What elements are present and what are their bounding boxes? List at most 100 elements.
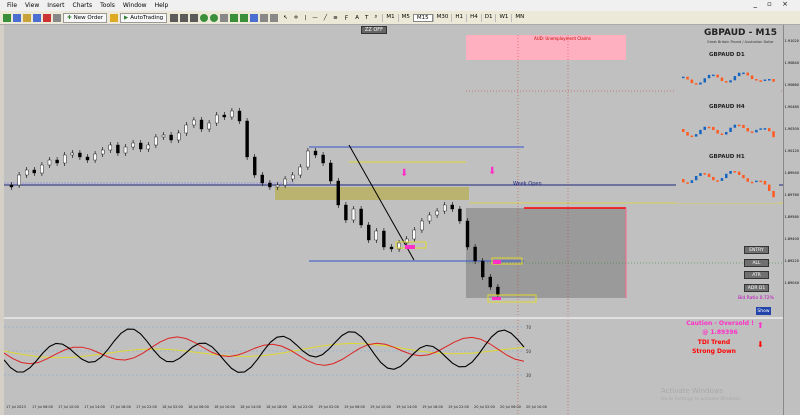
magenta-marker-2 <box>493 260 501 264</box>
candle-body <box>359 208 363 226</box>
zoom-out-icon[interactable] <box>210 13 219 22</box>
autotrading-button[interactable]: ▶ AutoTrading <box>119 12 168 23</box>
price-label: 1.90120 <box>784 149 799 153</box>
candle-body <box>382 230 386 248</box>
all-button[interactable]: ALL <box>744 259 769 267</box>
price-label: 1.89760 <box>784 193 799 197</box>
mini-candle <box>703 78 706 83</box>
zoom-in-icon[interactable] <box>200 13 209 22</box>
mini-candle <box>716 130 719 134</box>
mini-chart-h1-label: GBPAUD H1 <box>709 154 745 160</box>
mini-candle <box>686 182 689 184</box>
tf-d1[interactable]: D1 <box>480 13 496 22</box>
tf-h1[interactable]: H1 <box>451 13 466 22</box>
menu-view[interactable]: View <box>21 2 43 9</box>
price-label: 1.91020 <box>784 39 799 43</box>
new-chart-icon[interactable] <box>3 13 11 22</box>
new-order-icon: ✚ <box>67 14 72 21</box>
window-controls[interactable]: _ ▫ × <box>749 0 796 8</box>
tester-icon[interactable] <box>53 13 61 22</box>
candle-body <box>306 150 310 168</box>
candle-body <box>78 152 82 158</box>
text-icon[interactable]: A <box>355 15 359 21</box>
mini-candle <box>682 76 685 79</box>
candle-body <box>93 153 97 161</box>
bar-chart-icon[interactable] <box>170 13 179 22</box>
mini-candle <box>720 178 724 181</box>
candle-body <box>199 119 204 130</box>
mini-candle <box>686 132 689 136</box>
atr-button[interactable]: ATR <box>744 271 769 279</box>
tf-h4[interactable]: H4 <box>466 13 481 22</box>
menu-charts[interactable]: Charts <box>69 2 97 9</box>
candle-body <box>367 224 371 241</box>
line-chart-icon[interactable] <box>190 13 199 22</box>
menu-insert[interactable]: Insert <box>43 2 68 9</box>
profiles-icon[interactable] <box>13 13 21 22</box>
new-order-button[interactable]: ✚ New Order <box>63 12 107 23</box>
adr-d1-button[interactable]: ADR D1 <box>744 284 769 292</box>
candle-body <box>427 214 432 222</box>
timeframe-bar: M1 M5 M15 M30 H1 H4 D1 W1 MN <box>382 13 527 22</box>
tf-m30[interactable]: M30 <box>432 13 452 22</box>
up-arrow-icon: ⬆ <box>757 321 764 330</box>
templates-icon[interactable] <box>270 13 279 22</box>
candle-body <box>420 220 424 231</box>
shapes-icon[interactable]: ⌕ <box>374 14 377 21</box>
candle-body <box>154 136 158 146</box>
periods-icon[interactable] <box>260 13 269 22</box>
tf-m5[interactable]: M5 <box>397 13 413 22</box>
mini-candle <box>699 173 702 176</box>
hline-icon[interactable]: — <box>312 15 318 21</box>
tf-m1[interactable]: M1 <box>382 13 397 22</box>
entry-button[interactable]: ENTRY <box>744 246 769 254</box>
mini-candle <box>707 173 711 177</box>
tf-w1[interactable]: W1 <box>495 13 511 22</box>
candle-body <box>108 144 113 151</box>
vline-icon[interactable]: | <box>304 15 306 21</box>
candle-body <box>237 110 242 122</box>
mini-candle <box>716 180 719 182</box>
candlestick-series <box>9 108 500 298</box>
market-watch-icon[interactable] <box>23 13 31 22</box>
chart-shift-icon[interactable] <box>240 13 249 22</box>
zz-toggle-button[interactable]: ZZ OFF <box>361 26 387 34</box>
chart-area[interactable]: ⬇ ⬇ Week Open 70 50 30 ZZ OFF AUD: Unemp… <box>4 25 787 415</box>
mini-candle <box>712 74 715 77</box>
candle-body <box>389 246 394 250</box>
tf-mn[interactable]: MN <box>511 13 527 22</box>
cursor-icon[interactable]: ↖ <box>283 15 288 21</box>
menu-help[interactable]: Help <box>151 2 173 9</box>
mini-candle <box>729 171 732 174</box>
time-label: 19 Jul 14:00 <box>396 405 417 409</box>
mini-candle <box>699 82 702 85</box>
tdi-label-30: 30 <box>526 373 532 378</box>
crosshair-icon[interactable]: ✛ <box>294 15 299 21</box>
indicators-icon[interactable] <box>250 13 259 22</box>
tf-m15[interactable]: M15 <box>412 13 433 22</box>
tdi-label-70: 70 <box>526 325 532 330</box>
candle-body <box>123 146 128 154</box>
menu-file[interactable]: File <box>3 2 21 9</box>
autoscroll-icon[interactable] <box>230 13 239 22</box>
trendline-icon[interactable]: ╱ <box>324 15 327 21</box>
candle-body <box>131 142 135 148</box>
show-button[interactable]: Show <box>756 307 771 315</box>
label-icon[interactable]: T <box>365 15 368 21</box>
navigator-icon[interactable] <box>33 13 41 22</box>
week-open-label: Week Open <box>513 181 542 187</box>
candle-chart-icon[interactable] <box>180 13 189 22</box>
terminal-icon[interactable] <box>43 13 51 22</box>
candle-body <box>47 159 52 166</box>
menu-tools[interactable]: Tools <box>96 2 119 9</box>
candle-body <box>214 114 219 124</box>
tile-icon[interactable] <box>220 13 229 22</box>
mini-chart-h4: GBPAUD H4 <box>676 101 779 153</box>
price-chart-svg[interactable]: ⬇ ⬇ Week Open 70 50 30 <box>4 25 787 415</box>
time-label: 19 Jul 10:00 <box>370 405 391 409</box>
price-label: 1.89220 <box>784 259 799 263</box>
metaeditor-icon[interactable] <box>109 13 118 22</box>
fibo-icon[interactable]: Ｆ <box>344 14 350 22</box>
channel-icon[interactable]: ≡ <box>333 15 338 21</box>
menu-window[interactable]: Window <box>119 2 151 9</box>
